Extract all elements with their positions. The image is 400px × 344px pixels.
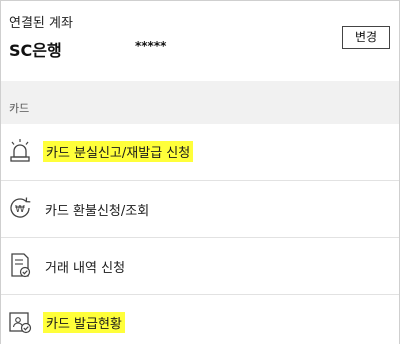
siren-icon (10, 139, 30, 162)
won-refund-icon: ₩ (10, 197, 31, 218)
bank-name: SC은행 (9, 41, 62, 60)
svg-text:₩: ₩ (15, 204, 25, 215)
menu-item-card-issuance-status[interactable]: 카드 발급현황 (1, 295, 399, 344)
menu-item-transaction-history-request[interactable]: 거래 내역 신청 (1, 238, 399, 295)
menu-item-label: 카드 발급현황 (43, 312, 125, 333)
change-account-button[interactable]: 변경 (342, 26, 390, 49)
screen-frame: 연결된 계좌 SC은행 ***** 변경 카드 카드 분실신고/재발급 신청 ₩… (0, 0, 400, 344)
card-status-icon (9, 312, 32, 334)
menu-item-card-refund[interactable]: ₩ 카드 환불신청/조회 (1, 181, 399, 238)
menu-item-label: 거래 내역 신청 (45, 261, 126, 276)
document-check-icon (11, 253, 31, 278)
card-section-header: 카드 (1, 81, 399, 124)
card-menu-list: 카드 분실신고/재발급 신청 ₩ 카드 환불신청/조회 거래 내역 신청 카드 … (1, 124, 399, 344)
section-title: 카드 (9, 102, 30, 115)
masked-account-number: ***** (135, 39, 167, 53)
linked-account-label: 연결된 계좌 (9, 16, 73, 31)
menu-item-lost-card-report[interactable]: 카드 분실신고/재발급 신청 (1, 124, 399, 181)
menu-item-label: 카드 분실신고/재발급 신청 (43, 141, 194, 162)
linked-account-panel: 연결된 계좌 SC은행 ***** 변경 (1, 1, 399, 81)
menu-item-label: 카드 환불신청/조회 (45, 204, 150, 219)
